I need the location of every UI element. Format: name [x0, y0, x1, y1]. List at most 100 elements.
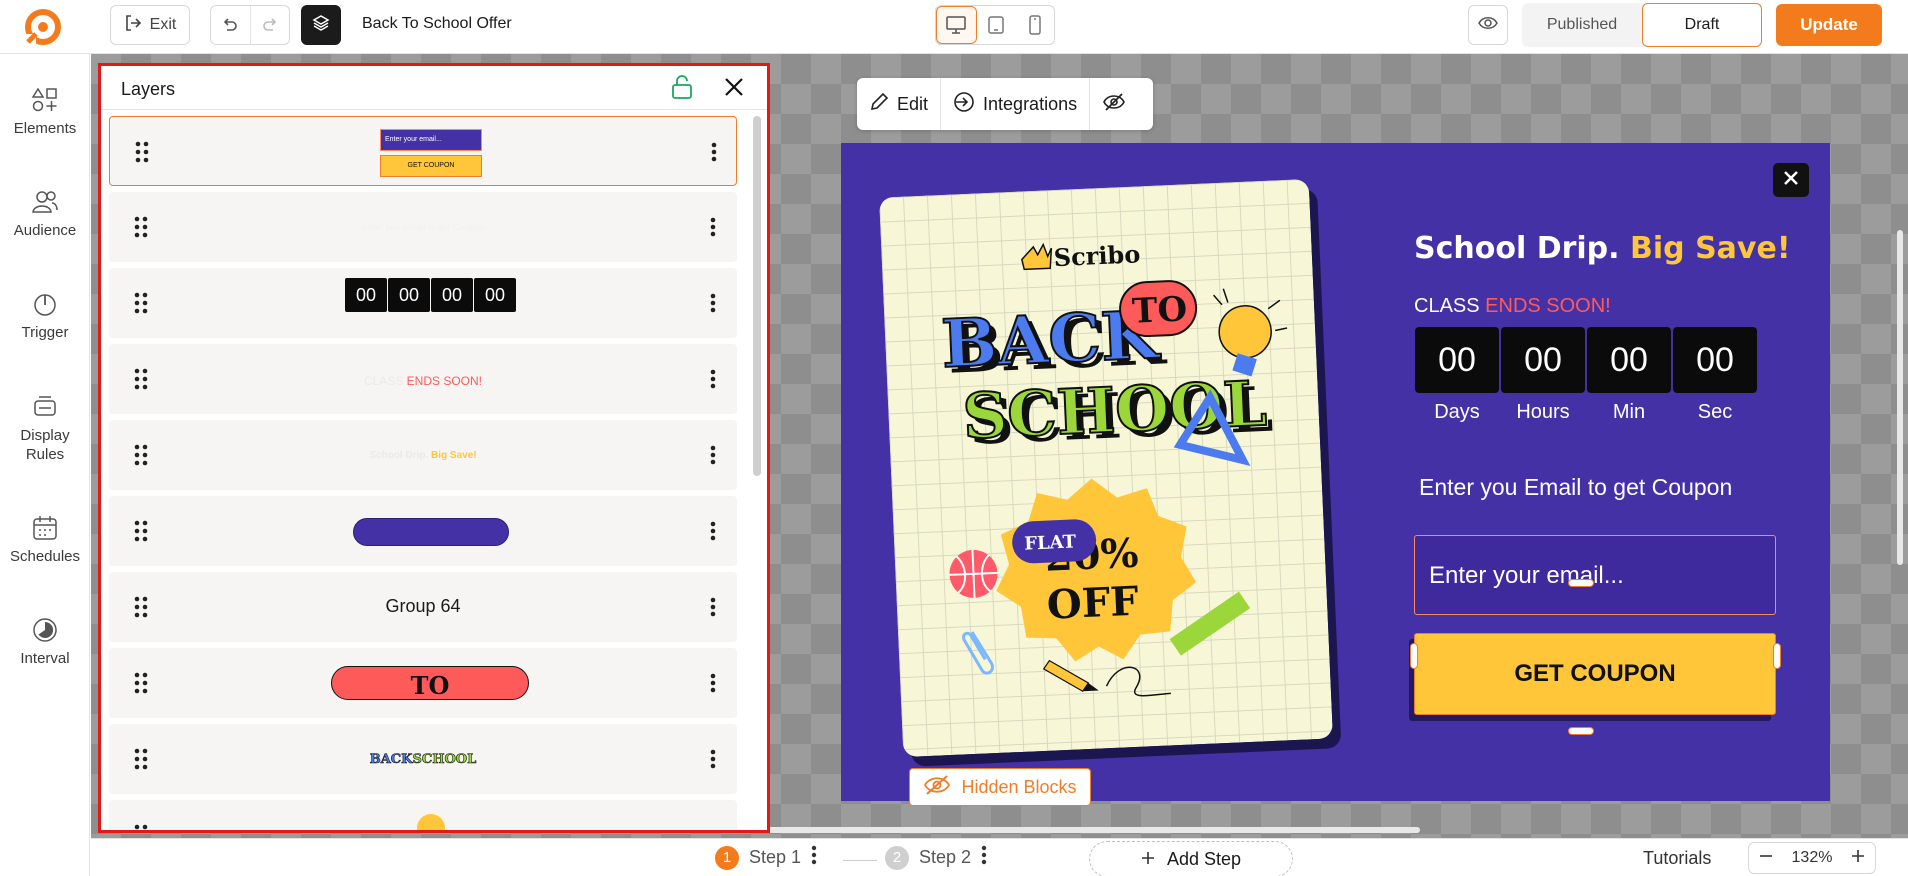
email-prompt: Enter you Email to get Coupon — [1419, 474, 1733, 500]
email-input[interactable]: Enter your email... — [1414, 535, 1776, 615]
more-options-icon[interactable] — [710, 368, 716, 395]
countdown-label: Sec — [1697, 401, 1733, 423]
layer-row[interactable]: BACKSCHOOL — [109, 724, 737, 794]
more-options-icon[interactable] — [710, 596, 716, 623]
rail-item-trigger[interactable]: Trigger — [0, 290, 90, 341]
close-icon[interactable] — [721, 74, 747, 105]
layers-header: Layers — [101, 66, 767, 110]
popup-close-button[interactable] — [1773, 163, 1809, 197]
popup-preview[interactable]: Scribo BACK BACK TO SCHOOL SCHOOL 20% OF… — [841, 143, 1830, 801]
step-2[interactable]: 2 Step 2 — [885, 845, 987, 870]
countdown-label: Days — [1434, 401, 1480, 423]
eye-off-icon — [1102, 92, 1126, 117]
drag-handle-icon[interactable] — [135, 141, 149, 168]
layer-row[interactable]: School Drip. Big Save! — [109, 420, 737, 490]
drag-handle-icon[interactable] — [134, 292, 148, 319]
popup-headline: School Drip. Big Save! — [1414, 231, 1791, 266]
draft-tab[interactable]: Draft — [1642, 3, 1762, 47]
layer-row[interactable] — [109, 800, 737, 830]
more-options-icon[interactable] — [710, 520, 716, 547]
countdown-timer: 00 Days 00 Hours 00 Min 00 Sec — [1415, 327, 1757, 424]
calendar-icon — [0, 514, 90, 542]
layer-row[interactable]: Enter your email... GET COUPON — [109, 116, 737, 186]
layer-row[interactable]: 00 00 00 00 — [109, 268, 737, 338]
hide-block-button[interactable] — [1089, 78, 1138, 130]
rail-item-elements[interactable]: Elements — [0, 86, 90, 137]
layer-row[interactable]: Enter you Email to get Coupon — [109, 192, 737, 262]
preview-button[interactable] — [1468, 5, 1508, 45]
layer-row[interactable]: TO — [109, 648, 737, 718]
thumb-text-b: ENDS SOON! — [406, 374, 483, 388]
more-options-icon[interactable] — [981, 845, 987, 870]
device-switcher — [935, 5, 1055, 45]
zoom-in-icon[interactable] — [1851, 849, 1865, 868]
mobile-icon[interactable] — [1015, 6, 1054, 44]
more-options-icon[interactable] — [710, 292, 716, 319]
step-label: Step 1 — [749, 847, 802, 867]
lock-icon[interactable] — [669, 74, 695, 105]
zoom-level: 132% — [1791, 849, 1833, 866]
rail-item-interval[interactable]: Interval — [0, 616, 90, 667]
resize-handle-top[interactable] — [1568, 579, 1594, 587]
rail-item-display-rules[interactable]: Display Rules — [0, 392, 90, 464]
campaign-title: Back To School Offer — [362, 15, 512, 32]
exit-button[interactable]: Exit — [110, 5, 190, 45]
layers-icon — [311, 13, 331, 38]
resize-handle-bottom[interactable] — [1568, 727, 1594, 735]
zoom-out-icon[interactable] — [1759, 849, 1773, 868]
published-tab[interactable]: Published — [1522, 3, 1642, 47]
update-button[interactable]: Update — [1776, 4, 1882, 46]
integrations-button[interactable]: Integrations — [940, 78, 1089, 130]
more-options-icon[interactable] — [711, 141, 717, 168]
canvas-vertical-scrollbar[interactable] — [1897, 230, 1903, 565]
left-rail: Elements Audience Trigger Display Rules … — [0, 54, 90, 876]
hidden-blocks-button[interactable]: Hidden Blocks — [909, 768, 1091, 806]
drag-handle-icon[interactable] — [134, 520, 148, 547]
desktop-icon[interactable] — [936, 6, 977, 44]
drag-handle-icon[interactable] — [134, 672, 148, 699]
exit-label: Exit — [149, 16, 177, 33]
layer-row[interactable]: CLASS ENDS SOON! — [109, 344, 737, 414]
undo-icon[interactable] — [211, 6, 250, 44]
edit-button[interactable]: Edit — [857, 78, 940, 130]
more-options-icon[interactable] — [811, 845, 817, 870]
resize-handle-left[interactable] — [1410, 643, 1418, 669]
rail-label: Display Rules — [20, 427, 70, 463]
thumb-digit: 00 — [388, 278, 430, 312]
rail-label: Interval — [20, 650, 70, 667]
get-coupon-button[interactable]: GET COUPON — [1414, 633, 1776, 715]
layers-title: Layers — [121, 79, 176, 99]
layers-panel: Layers Enter your email... GET COUPON En… — [98, 63, 770, 833]
step-label: Step 2 — [919, 847, 972, 867]
countdown-days: 00 Days — [1415, 327, 1499, 424]
layer-row[interactable] — [109, 496, 737, 566]
layers-scroll-thumb[interactable] — [753, 116, 761, 476]
resize-handle-right[interactable] — [1773, 643, 1781, 669]
step-1[interactable]: 1 Step 1 — [715, 845, 817, 870]
layer-row[interactable]: Group 64 — [109, 572, 737, 642]
tablet-icon[interactable] — [977, 6, 1016, 44]
more-options-icon[interactable] — [710, 748, 716, 775]
poster-school: SCHOOL — [961, 367, 1268, 453]
add-step-label: Add Step — [1166, 848, 1242, 869]
more-options-icon[interactable] — [710, 672, 716, 699]
layers-scrollbar[interactable] — [753, 116, 761, 830]
users-icon — [0, 188, 90, 216]
block-toolbar: Edit Integrations — [857, 78, 1153, 130]
layer-thumb-back-school: BACKSCHOOL — [109, 752, 737, 768]
more-options-icon[interactable] — [710, 444, 716, 471]
thumb-digit: 00 — [474, 278, 516, 312]
redo-icon[interactable] — [249, 6, 290, 44]
countdown-label: Hours — [1516, 401, 1570, 423]
rail-item-audience[interactable]: Audience — [0, 188, 90, 239]
rail-item-schedules[interactable]: Schedules — [0, 514, 90, 565]
layers-toggle-button[interactable] — [301, 5, 341, 45]
more-options-icon[interactable] — [710, 216, 716, 243]
tutorials-link[interactable]: Tutorials — [1643, 848, 1711, 869]
step-number: 1 — [715, 845, 739, 870]
layer-thumb-headline: School Drip. Big Save! — [109, 450, 737, 461]
add-step-button[interactable]: Add Step — [1089, 841, 1293, 876]
app-logo-icon[interactable] — [22, 6, 64, 48]
poster-image[interactable]: Scribo BACK BACK TO SCHOOL SCHOOL 20% OF… — [878, 178, 1334, 758]
drag-handle-icon[interactable] — [134, 824, 148, 830]
